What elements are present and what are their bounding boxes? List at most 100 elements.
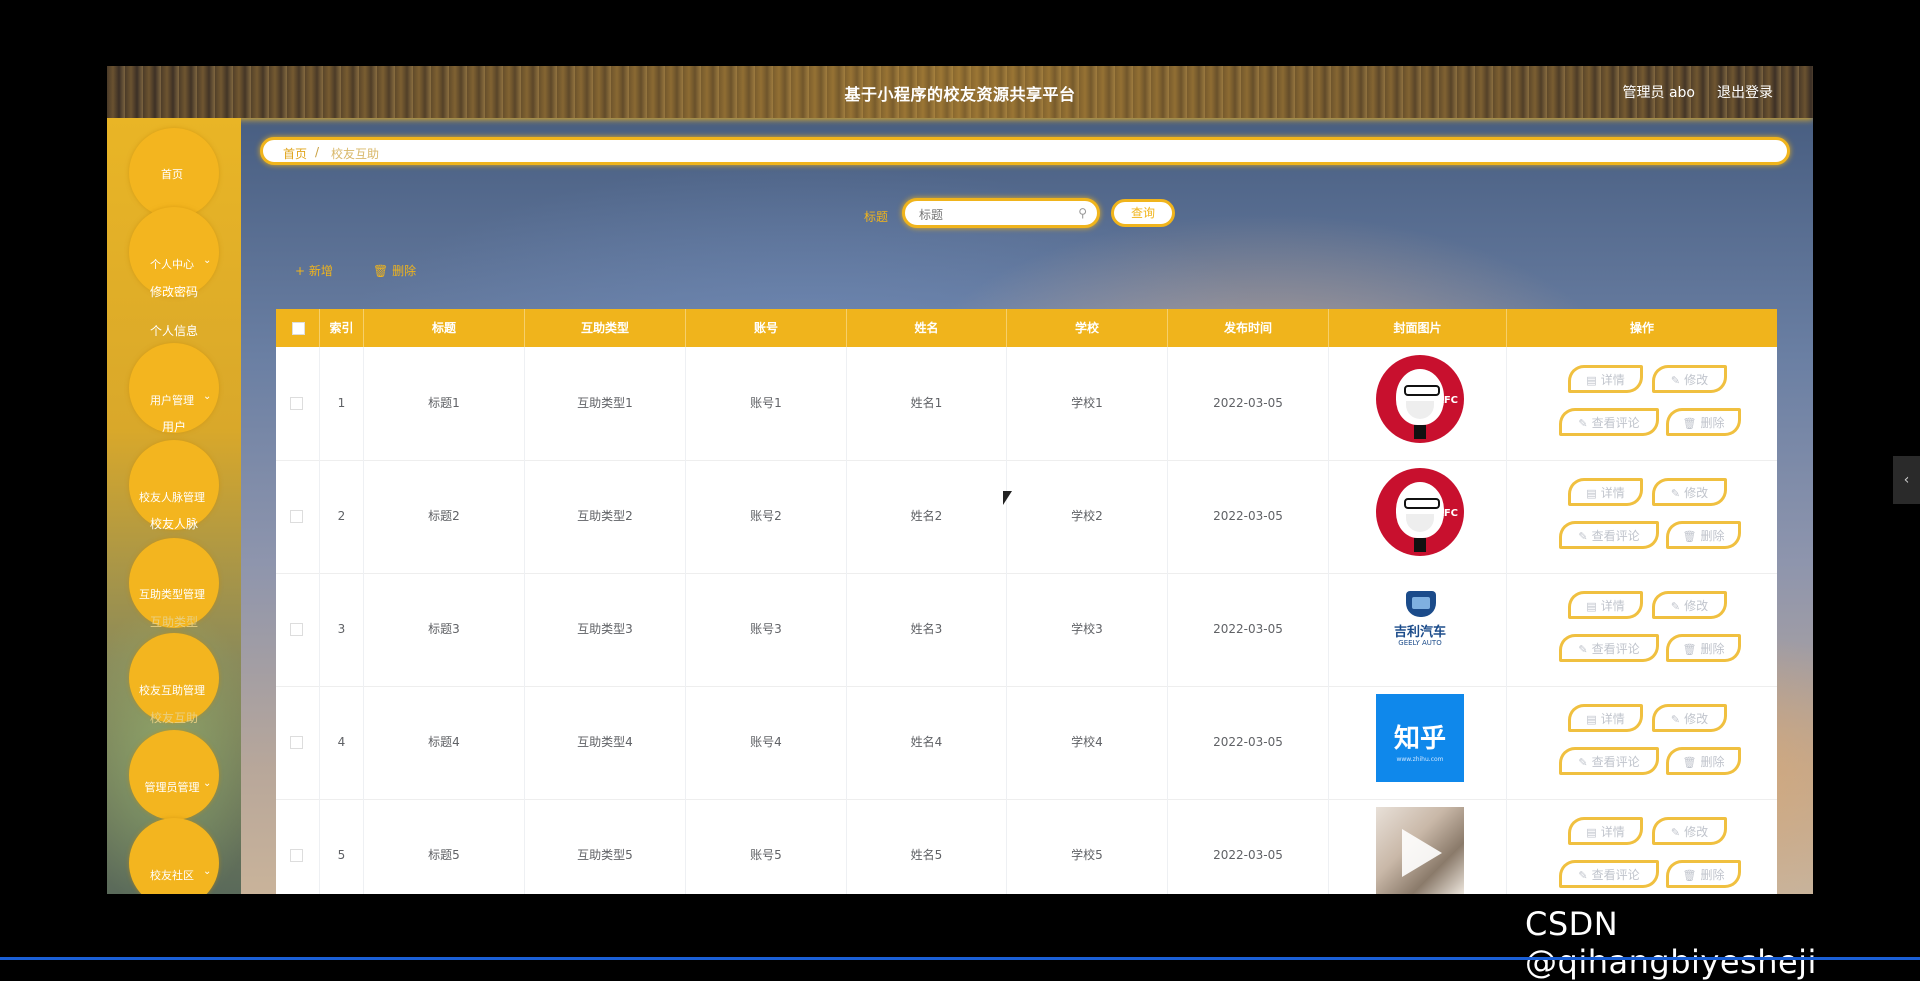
sidebar-item-admin[interactable]	[129, 730, 219, 820]
search-field[interactable]: ⚲	[902, 198, 1100, 228]
cell-title: 标题4	[364, 686, 525, 799]
search-label: 标题	[864, 210, 889, 224]
geely-logo-image: 吉利汽车 GEELY AUTO	[1376, 581, 1464, 669]
submenu-network[interactable]: 校友人脉	[129, 515, 219, 532]
breadcrumb-current: 校友互助	[331, 147, 380, 161]
chevron-down-icon: ⌄	[203, 778, 212, 789]
cell-index: 1	[320, 347, 364, 460]
cell-school: 学校5	[1007, 799, 1168, 894]
delete-button[interactable]: 🗑 删除	[1666, 860, 1741, 888]
sidebar-item-home-label: 首页	[161, 168, 183, 181]
cell-name: 姓名2	[847, 460, 1007, 573]
cell-title: 标题1	[364, 347, 525, 460]
cell-account: 账号2	[686, 460, 847, 573]
edit-button[interactable]: ✎ 修改	[1652, 591, 1727, 619]
breadcrumb: 首页 / 校友互助	[260, 137, 1790, 165]
edit-icon: ✎	[1670, 487, 1681, 500]
trash-icon: 🗑	[1682, 643, 1697, 656]
kfc-logo-image: KFC	[1376, 468, 1464, 556]
delete-button[interactable]: 🗑 删除	[1666, 521, 1741, 549]
column-header: 标题	[364, 309, 525, 347]
view-comments-button[interactable]: ✎ 查看评论	[1559, 521, 1659, 549]
row-checkbox[interactable]	[290, 736, 303, 749]
detail-button[interactable]: ▤ 详情	[1568, 591, 1643, 619]
submenu-helptype[interactable]: 互助类型	[129, 613, 219, 630]
delete-button[interactable]: 🗑 删除	[1666, 408, 1741, 436]
view-comments-button[interactable]: ✎ 查看评论	[1559, 860, 1659, 888]
edit-button[interactable]: ✎ 修改	[1652, 365, 1727, 393]
cell-date: 2022-03-05	[1168, 347, 1329, 460]
batch-delete-button[interactable]: 🗑 删除	[373, 262, 416, 279]
cell-type: 互助类型4	[525, 686, 686, 799]
trash-icon: 🗑	[1682, 869, 1697, 882]
chevron-left-icon: ‹	[1903, 472, 1910, 488]
cell-name: 姓名1	[847, 347, 1007, 460]
cell-school: 学校1	[1007, 347, 1168, 460]
delete-button[interactable]: 🗑 删除	[1666, 634, 1741, 662]
detail-button[interactable]: ▤ 详情	[1568, 704, 1643, 732]
submenu-personal-info[interactable]: 个人信息	[129, 322, 219, 339]
column-header: 封面图片	[1329, 309, 1507, 347]
column-header: 姓名	[847, 309, 1007, 347]
edit-button[interactable]: ✎ 修改	[1652, 704, 1727, 732]
side-panel-toggle[interactable]: ‹	[1893, 456, 1920, 504]
detail-button[interactable]: ▤ 详情	[1568, 365, 1643, 393]
table-row: 3 标题3 互助类型3 账号3 姓名3 学校3 2022-03-05 吉利汽车 G…	[276, 573, 1777, 687]
submenu-change-password[interactable]: 修改密码	[129, 283, 219, 300]
add-button[interactable]: + 新增	[295, 262, 333, 279]
current-user: 管理员 abo	[1622, 85, 1695, 101]
row-checkbox[interactable]	[290, 397, 303, 410]
play-icon	[1402, 829, 1442, 877]
submenu-users[interactable]: 用户	[129, 418, 219, 435]
table-row: 4 标题4 互助类型4 账号4 姓名4 学校4 2022-03-05 知乎 www…	[276, 686, 1777, 800]
cell-date: 2022-03-05	[1168, 799, 1329, 894]
edit-icon: ✎	[1670, 826, 1681, 839]
cell-name: 姓名4	[847, 686, 1007, 799]
row-checkbox[interactable]	[290, 849, 303, 862]
edit-icon: ✎	[1670, 600, 1681, 613]
app-window: 基于小程序的校友资源共享平台 管理员 abo 退出登录 首页 个人中心 ⌄ 修改…	[107, 66, 1813, 894]
column-header: 互助类型	[525, 309, 686, 347]
cell-index: 5	[320, 799, 364, 894]
breadcrumb-home[interactable]: 首页	[283, 145, 307, 162]
select-all-checkbox[interactable]	[292, 322, 305, 335]
sidebar-item-helptype-label: 互助类型管理	[139, 588, 205, 601]
chevron-down-icon: ⌄	[203, 391, 212, 402]
trash-icon: 🗑	[1682, 756, 1697, 769]
row-select-cell	[276, 573, 320, 686]
cell-account: 账号4	[686, 686, 847, 799]
view-comments-button[interactable]: ✎ 查看评论	[1559, 747, 1659, 775]
view-comments-button[interactable]: ✎ 查看评论	[1559, 408, 1659, 436]
row-checkbox[interactable]	[290, 510, 303, 523]
detail-button[interactable]: ▤ 详情	[1568, 478, 1643, 506]
view-comments-button[interactable]: ✎ 查看评论	[1559, 634, 1659, 662]
cell-date: 2022-03-05	[1168, 460, 1329, 573]
query-button[interactable]: 查询	[1111, 199, 1175, 227]
submenu-mutual[interactable]: 校友互助	[129, 709, 219, 726]
document-icon: ▤	[1586, 600, 1597, 613]
trash-icon: 🗑	[1682, 417, 1697, 430]
chevron-down-icon: ⌄	[203, 255, 212, 266]
edit-icon: ✎	[1578, 643, 1588, 656]
document-icon: ▤	[1586, 487, 1597, 500]
data-table: 索引 标题 互助类型 账号 姓名 学校 发布时间 封面图片 操作 1 标题1 互…	[276, 309, 1777, 894]
row-checkbox[interactable]	[290, 623, 303, 636]
edit-button[interactable]: ✎ 修改	[1652, 478, 1727, 506]
search-input[interactable]	[917, 205, 1071, 225]
document-icon: ▤	[1586, 374, 1597, 387]
table-row: 2 标题2 互助类型2 账号2 姓名2 学校2 2022-03-05 KFC ▤…	[276, 460, 1777, 574]
app-title: 基于小程序的校友资源共享平台	[844, 85, 1076, 104]
cell-school: 学校3	[1007, 573, 1168, 686]
logout-link[interactable]: 退出登录	[1717, 82, 1773, 102]
table-row: 1 标题1 互助类型1 账号1 姓名1 学校1 2022-03-05 KFC ▤…	[276, 347, 1777, 461]
cell-name: 姓名3	[847, 573, 1007, 686]
trash-icon: 🗑	[1682, 530, 1697, 543]
detail-button[interactable]: ▤ 详情	[1568, 817, 1643, 845]
delete-button[interactable]: 🗑 删除	[1666, 747, 1741, 775]
cell-type: 互助类型2	[525, 460, 686, 573]
watermark-text: CSDN @qihangbiyesheji	[1525, 905, 1817, 981]
edit-icon: ✎	[1578, 417, 1588, 430]
column-header: 学校	[1007, 309, 1168, 347]
top-header: 基于小程序的校友资源共享平台 管理员 abo 退出登录	[107, 66, 1813, 118]
edit-button[interactable]: ✎ 修改	[1652, 817, 1727, 845]
